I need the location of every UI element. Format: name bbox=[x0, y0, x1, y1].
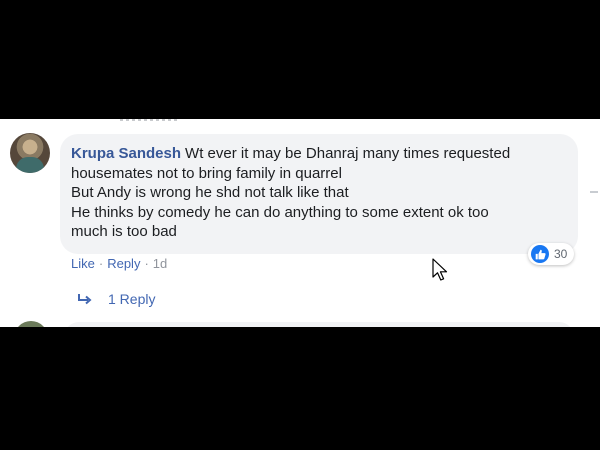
separator-dot: · bbox=[98, 256, 104, 271]
comment-text: He thinks by comedy he can do anything t… bbox=[71, 203, 489, 221]
thumbs-up-icon bbox=[531, 245, 549, 263]
comment-text: But Andy is wrong he shd not talk like t… bbox=[71, 184, 349, 202]
previous-content-cutoff bbox=[120, 119, 180, 121]
screenshot-frame: Krupa Sandesh Wt ever it may be Dhanraj m… bbox=[0, 0, 600, 450]
avatar-figure bbox=[16, 157, 44, 173]
mouse-cursor-icon bbox=[432, 258, 448, 281]
comment-text: Wt ever it may be Dhanraj many times req… bbox=[185, 145, 511, 162]
reaction-count: 30 bbox=[554, 247, 568, 261]
next-comment-bubble bbox=[64, 322, 574, 327]
separator-dot: · bbox=[144, 256, 149, 271]
view-replies-link[interactable]: 1 Reply bbox=[78, 291, 155, 307]
like-link[interactable]: Like bbox=[71, 256, 95, 271]
comment-bubble: Krupa Sandesh Wt ever it may be Dhanraj m… bbox=[60, 134, 578, 254]
reaction-summary[interactable]: 30 bbox=[528, 243, 575, 265]
replies-count-label: 1 Reply bbox=[108, 291, 156, 307]
comment-text: housemates not to bring family in quarre… bbox=[71, 164, 342, 182]
reply-arrow-icon bbox=[78, 294, 92, 305]
avatar[interactable] bbox=[10, 133, 50, 173]
comment-text: much is too bad bbox=[71, 223, 177, 241]
comment-author-link[interactable]: Krupa Sandesh bbox=[71, 145, 181, 162]
next-comment-avatar[interactable] bbox=[14, 321, 48, 327]
comment-line-1: Krupa Sandesh Wt ever it may be Dhanraj m… bbox=[71, 144, 564, 164]
options-hint bbox=[590, 191, 598, 193]
comment-actions: Like · Reply · 1d bbox=[71, 256, 167, 271]
reply-link[interactable]: Reply bbox=[107, 256, 140, 271]
facebook-comment-thread: Krupa Sandesh Wt ever it may be Dhanraj m… bbox=[0, 119, 600, 327]
comment-timestamp[interactable]: 1d bbox=[153, 256, 167, 271]
